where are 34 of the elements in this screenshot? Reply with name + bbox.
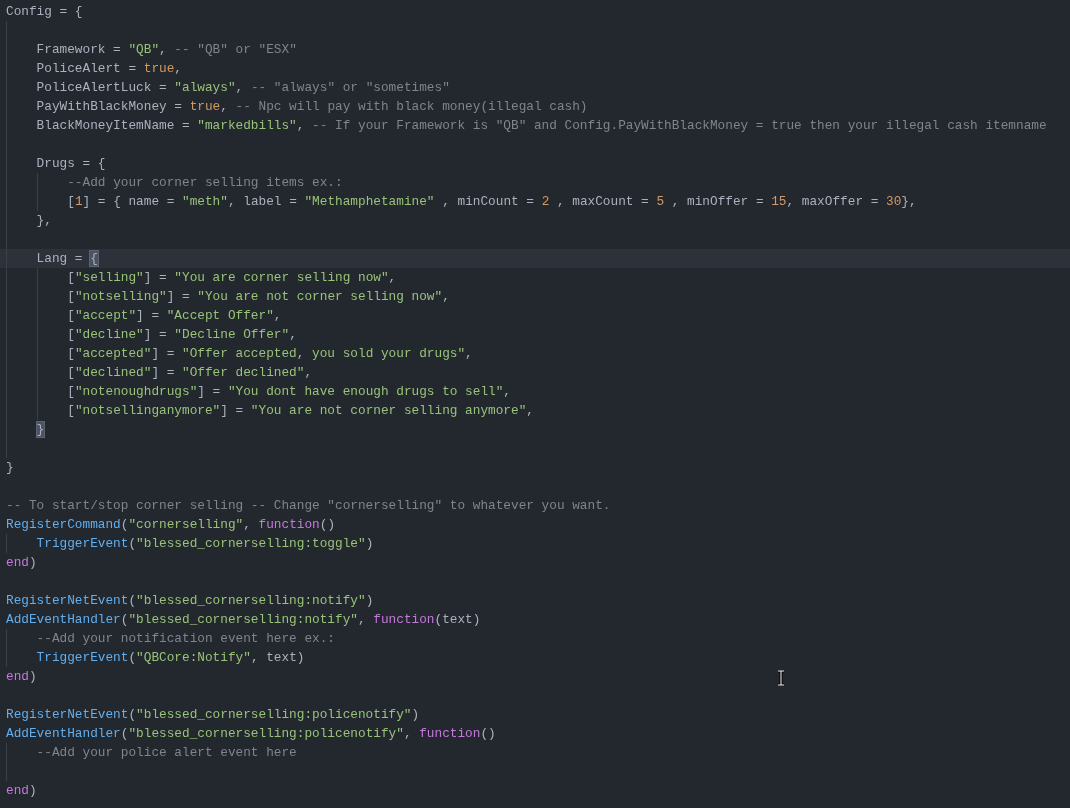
code-line: RegisterNetEvent("blessed_cornerselling:notify"): [6, 593, 374, 608]
code-line: TriggerEvent("QBCore:Notify", text): [35, 650, 305, 665]
code-line: AddEventHandler("blessed_cornerselling:policenotify", function(): [6, 726, 496, 741]
code-line: ["accepted"] = "Offer accepted, you sold your drugs",: [66, 346, 473, 361]
code-line: PayWithBlackMoney = true, -- Npc will pay with black money(illegal cash): [35, 99, 588, 114]
code-line: ["notselling"] = "You are not corner selling now",: [66, 289, 450, 304]
code-line: PoliceAlert = true,: [35, 61, 182, 76]
code-line: Framework = "QB", -- "QB" or "ESX": [35, 42, 297, 57]
code-line: end): [6, 669, 37, 684]
code-line: ["notsellinganymore"] = "You are not corner selling anymore",: [66, 403, 534, 418]
code-line: PoliceAlertLuck = "always", -- "always" or "sometimes": [35, 80, 450, 95]
code-line: Config = {: [6, 4, 83, 19]
code-line: -- To start/stop corner selling -- Change "cornerselling" to whatever you want.: [6, 498, 611, 513]
code-line: ["declined"] = "Offer declined",: [66, 365, 313, 380]
code-line: ["accept"] = "Accept Offer",: [66, 308, 282, 323]
code-line: Drugs = {: [35, 156, 106, 171]
text-cursor-icon: [777, 670, 785, 686]
code-line: ["selling"] = "You are corner selling now",: [66, 270, 397, 285]
code-line: RegisterCommand("cornerselling", function(): [6, 517, 336, 532]
code-line: end): [6, 783, 37, 798]
code-line: Lang = {: [35, 251, 98, 266]
code-line: --Add your corner selling items ex.:: [66, 175, 343, 190]
code-line: TriggerEvent("blessed_cornerselling:toggle"): [35, 536, 374, 551]
code-line: },: [35, 213, 52, 228]
code-line: BlackMoneyItemName = "markedbills", -- If your Framework is "QB" and Config.PayWithBlackMoney = true then your illegal cash itemname: [35, 118, 1047, 133]
code-line: ["notenoughdrugs"] = "You dont have enough drugs to sell",: [66, 384, 511, 399]
code-line: [1] = { name = "meth", label = "Methamphetamine" , minCount = 2 , maxCount = 5 , minOffer = 15, maxOffer = 30},: [66, 194, 917, 209]
code-line: --Add your police alert event here: [35, 745, 297, 760]
code-line: RegisterNetEvent("blessed_cornerselling:policenotify"): [6, 707, 420, 722]
code-line: ["decline"] = "Decline Offer",: [66, 327, 297, 342]
code-line: AddEventHandler("blessed_cornerselling:notify", function(text): [6, 612, 481, 627]
code-line: }: [6, 460, 14, 475]
code-line: end): [6, 555, 37, 570]
code-line: --Add your notification event here ex.:: [35, 631, 335, 646]
